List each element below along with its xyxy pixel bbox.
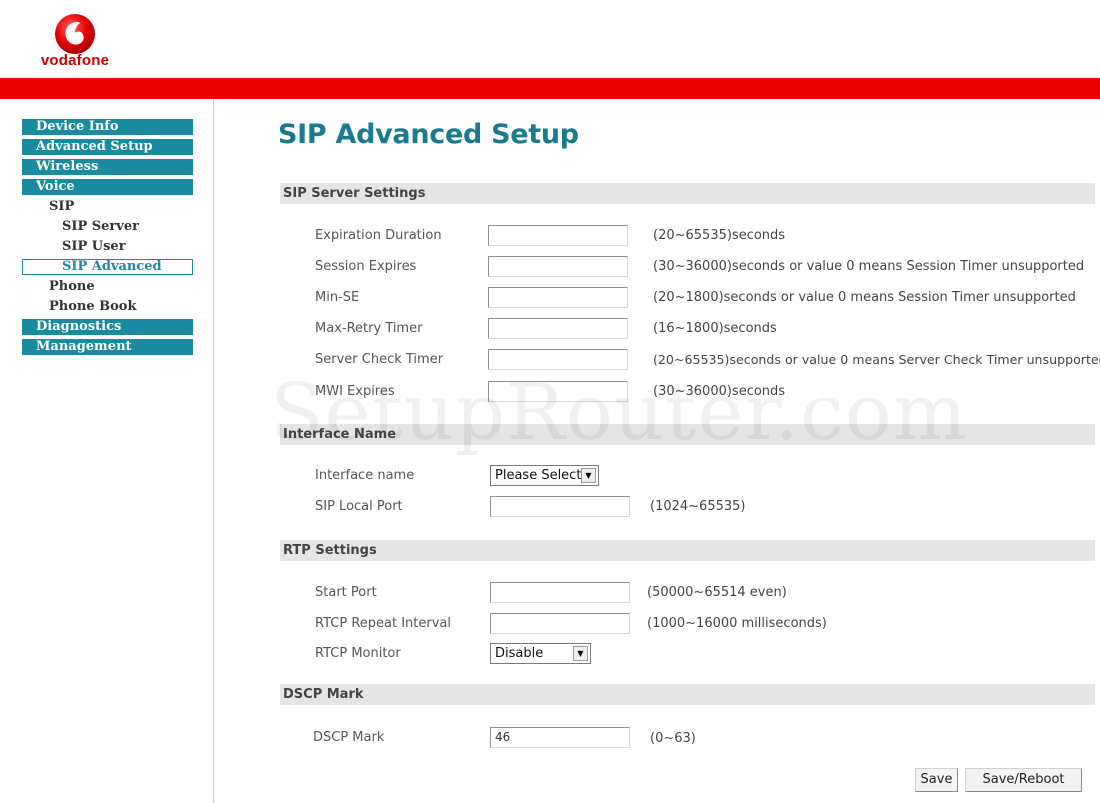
- sidebar-item-management[interactable]: Management: [22, 339, 193, 355]
- server-check-timer-hint: (20~65535)seconds or value 0 means Serve…: [653, 352, 1100, 367]
- sidebar-item-phone[interactable]: Phone: [22, 279, 193, 295]
- session-expires-hint: (30~36000)seconds or value 0 means Sessi…: [653, 259, 1085, 274]
- save-reboot-button[interactable]: Save/Reboot: [965, 768, 1082, 792]
- start-port-input[interactable]: [490, 582, 630, 603]
- session-expires-label: Session Expires: [315, 259, 417, 274]
- max-retry-timer-label: Max-Retry Timer: [315, 321, 423, 336]
- sip-local-port-input[interactable]: [490, 496, 630, 517]
- sip-local-port-hint: (1024~65535): [650, 499, 746, 514]
- server-check-timer-label: Server Check Timer: [315, 352, 444, 367]
- save-button[interactable]: Save: [915, 768, 958, 792]
- brand-name: vodafone: [40, 52, 110, 69]
- sidebar-item-diagnostics[interactable]: Diagnostics: [22, 319, 193, 335]
- min-se-hint: (20~1800)seconds or value 0 means Sessio…: [653, 290, 1076, 305]
- mwi-expires-hint: (30~36000)seconds: [653, 384, 786, 399]
- sip-local-port-label: SIP Local Port: [315, 499, 403, 514]
- rtcp-repeat-interval-label: RTCP Repeat Interval: [315, 616, 451, 631]
- chevron-down-icon[interactable]: ▼: [573, 646, 588, 661]
- dscp-mark-hint: (0~63): [650, 731, 696, 746]
- interface-name-select[interactable]: Please Select ▼: [490, 465, 599, 486]
- sidebar-item-device-info[interactable]: Device Info: [22, 119, 193, 135]
- section-header-sip-server: SIP Server Settings: [280, 183, 1095, 204]
- brand-red-bar: [0, 78, 1100, 99]
- vodafone-speechmark-icon: [55, 14, 95, 54]
- section-header-dscp: DSCP Mark: [280, 684, 1095, 705]
- section-header-rtp: RTP Settings: [280, 540, 1095, 561]
- expiration-duration-hint: (20~65535)seconds: [653, 228, 786, 243]
- rtcp-monitor-label: RTCP Monitor: [315, 646, 401, 661]
- mwi-expires-label: MWI Expires: [315, 384, 395, 399]
- sidebar-item-sip[interactable]: SIP: [22, 199, 193, 215]
- sidebar-item-sip-server[interactable]: SIP Server: [22, 219, 193, 235]
- dscp-mark-input[interactable]: 46: [490, 727, 630, 748]
- sidebar-item-phone-book[interactable]: Phone Book: [22, 299, 193, 315]
- session-expires-input[interactable]: [488, 256, 628, 277]
- mwi-expires-input[interactable]: [488, 381, 628, 402]
- main-content: SIP Advanced Setup SIP Server Settings E…: [215, 99, 1100, 803]
- interface-name-selected: Please Select: [495, 468, 582, 483]
- page-title: SIP Advanced Setup: [278, 119, 579, 150]
- sidebar: Device Info Advanced Setup Wireless Voic…: [0, 99, 214, 803]
- sidebar-item-voice[interactable]: Voice: [22, 179, 193, 195]
- server-check-timer-input[interactable]: [488, 349, 628, 370]
- sidebar-item-advanced-setup[interactable]: Advanced Setup: [22, 139, 193, 155]
- start-port-label: Start Port: [315, 585, 377, 600]
- section-header-interface: Interface Name: [280, 424, 1095, 445]
- sidebar-item-sip-advanced[interactable]: SIP Advanced: [22, 259, 193, 275]
- rtcp-repeat-interval-hint: (1000~16000 milliseconds): [647, 616, 827, 631]
- max-retry-timer-input[interactable]: [488, 318, 628, 339]
- vodafone-logo[interactable]: vodafone: [30, 12, 120, 72]
- sidebar-nav: Device Info Advanced Setup Wireless Voic…: [22, 119, 193, 359]
- max-retry-timer-hint: (16~1800)seconds: [653, 321, 777, 336]
- header: vodafone: [0, 0, 1100, 78]
- start-port-hint: (50000~65514 even): [647, 585, 787, 600]
- dscp-mark-label: DSCP Mark: [313, 730, 385, 745]
- interface-name-label: Interface name: [315, 468, 415, 483]
- sidebar-item-sip-user[interactable]: SIP User: [22, 239, 193, 255]
- min-se-input[interactable]: [488, 287, 628, 308]
- chevron-down-icon[interactable]: ▼: [581, 468, 596, 483]
- min-se-label: Min-SE: [315, 290, 360, 305]
- rtcp-repeat-interval-input[interactable]: [490, 613, 630, 634]
- expiration-duration-input[interactable]: [488, 225, 628, 246]
- expiration-duration-label: Expiration Duration: [315, 228, 442, 243]
- sidebar-item-wireless[interactable]: Wireless: [22, 159, 193, 175]
- rtcp-monitor-selected: Disable: [495, 646, 544, 661]
- rtcp-monitor-select[interactable]: Disable ▼: [490, 643, 591, 664]
